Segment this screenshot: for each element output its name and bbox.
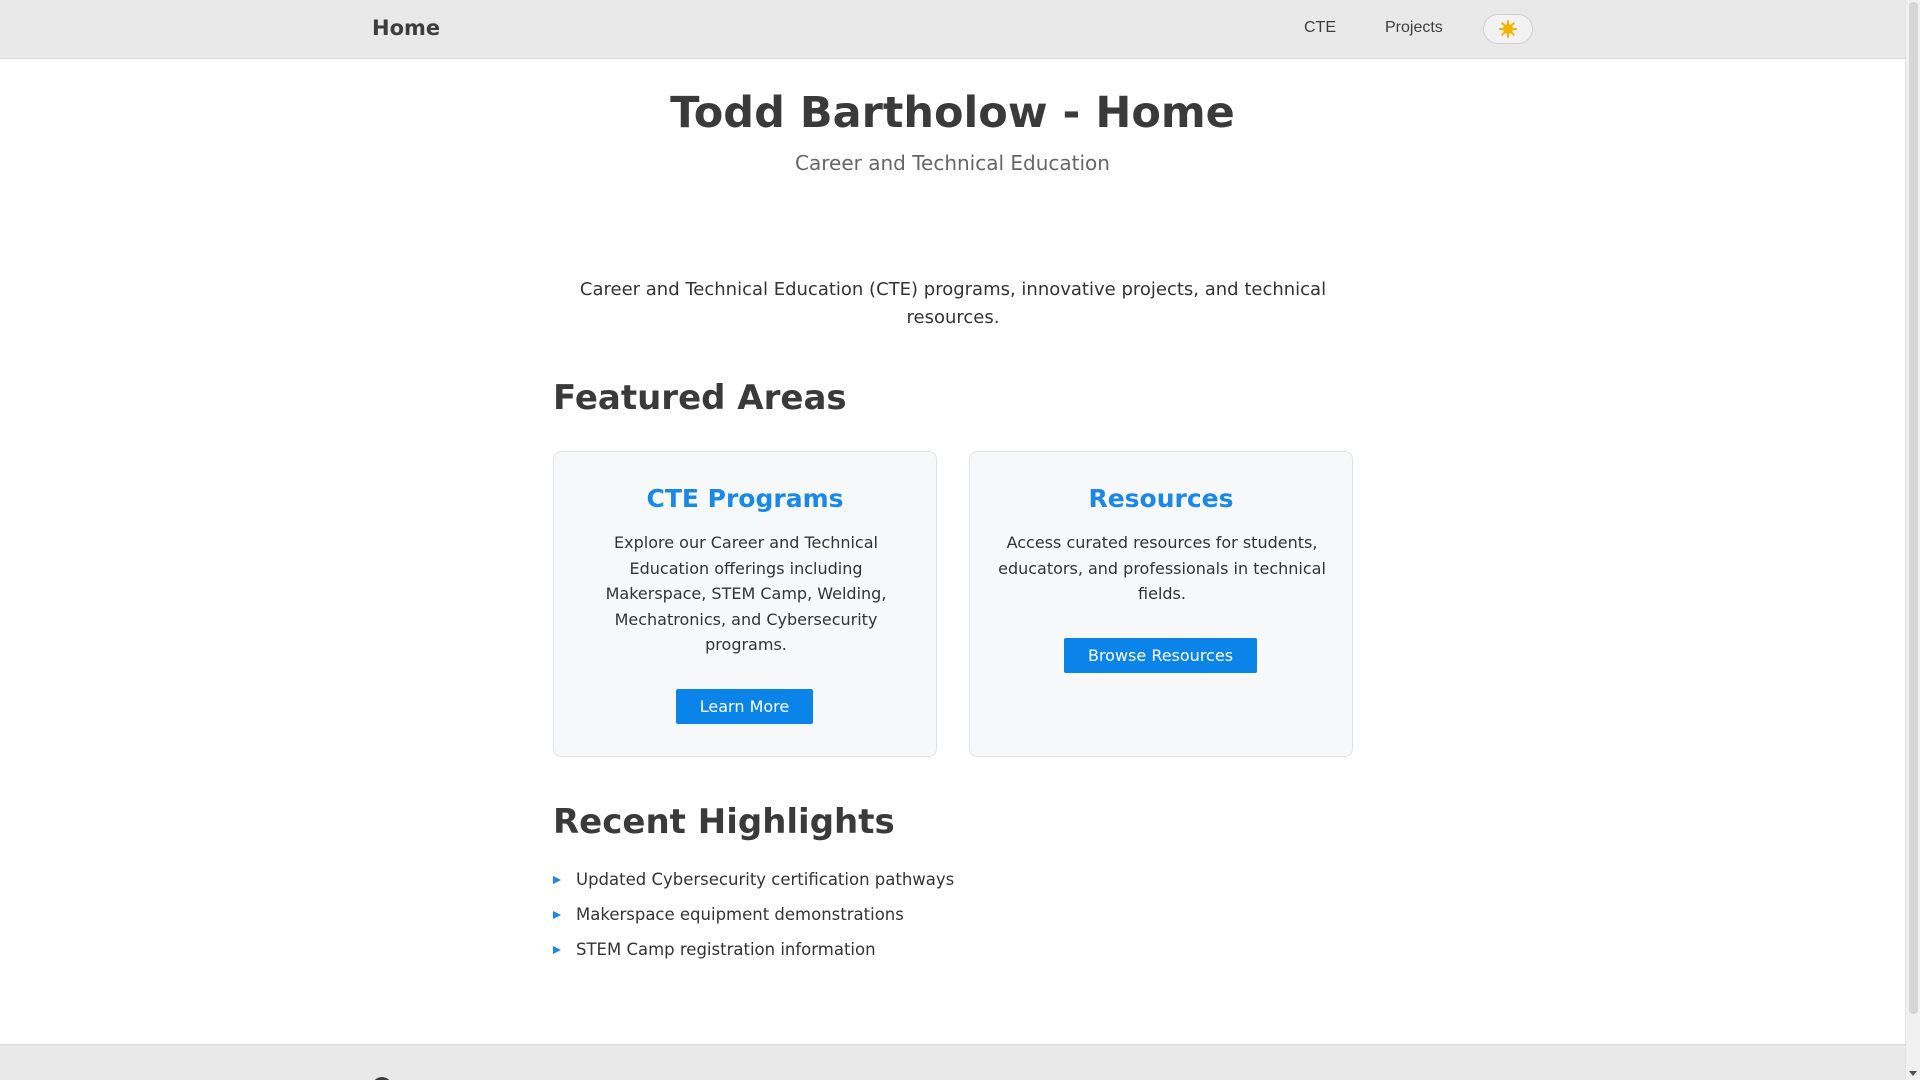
- vertical-scrollbar[interactable]: [1905, 0, 1920, 1080]
- triangle-bullet-icon: [553, 875, 561, 884]
- highlights-list: Updated Cybersecurity certification path…: [553, 862, 954, 967]
- scroll-down-arrow-icon[interactable]: [1909, 1071, 1917, 1076]
- list-item-text: STEM Camp registration information: [576, 940, 876, 959]
- list-item: Makerspace equipment demonstrations: [553, 897, 954, 932]
- list-item: STEM Camp registration information: [553, 932, 954, 967]
- footer: [0, 1044, 1905, 1080]
- recent-highlights-heading: Recent Highlights: [553, 802, 895, 842]
- card-resources: Resources Access curated resources for s…: [969, 451, 1353, 757]
- card-title: Resources: [1088, 484, 1234, 513]
- featured-areas-heading: Featured Areas: [553, 378, 847, 418]
- scrollbar-thumb[interactable]: [1909, 2, 1918, 1014]
- list-item-text: Updated Cybersecurity certification path…: [576, 870, 955, 889]
- page-title: Todd Bartholow - Home: [670, 88, 1235, 138]
- theme-toggle-button[interactable]: [1483, 14, 1533, 44]
- card-description: Explore our Career and Technical Educati…: [605, 533, 887, 654]
- nav-link-projects[interactable]: Projects: [1385, 19, 1443, 37]
- learn-more-button[interactable]: Learn More: [676, 689, 813, 724]
- card-cte-programs: CTE Programs Explore our Career and Tech…: [553, 451, 937, 757]
- nav-home-link[interactable]: Home: [372, 16, 440, 40]
- triangle-bullet-icon: [553, 910, 561, 919]
- intro-text: Career and Technical Education (CTE) pro…: [579, 279, 1327, 328]
- card-title: CTE Programs: [646, 484, 844, 513]
- page-subtitle: Career and Technical Education: [795, 151, 1110, 175]
- page: Home CTE Projects Todd Bartholow - Home …: [0, 0, 1920, 1080]
- browse-resources-button[interactable]: Browse Resources: [1064, 638, 1257, 673]
- top-navbar: Home CTE Projects: [0, 0, 1905, 59]
- list-item-text: Makerspace equipment demonstrations: [576, 905, 904, 924]
- list-item: Updated Cybersecurity certification path…: [553, 862, 954, 897]
- card-description: Access curated resources for students, e…: [998, 533, 1326, 603]
- nav-link-cte[interactable]: CTE: [1304, 19, 1336, 37]
- triangle-bullet-icon: [553, 945, 561, 954]
- sun-icon: [1499, 20, 1517, 38]
